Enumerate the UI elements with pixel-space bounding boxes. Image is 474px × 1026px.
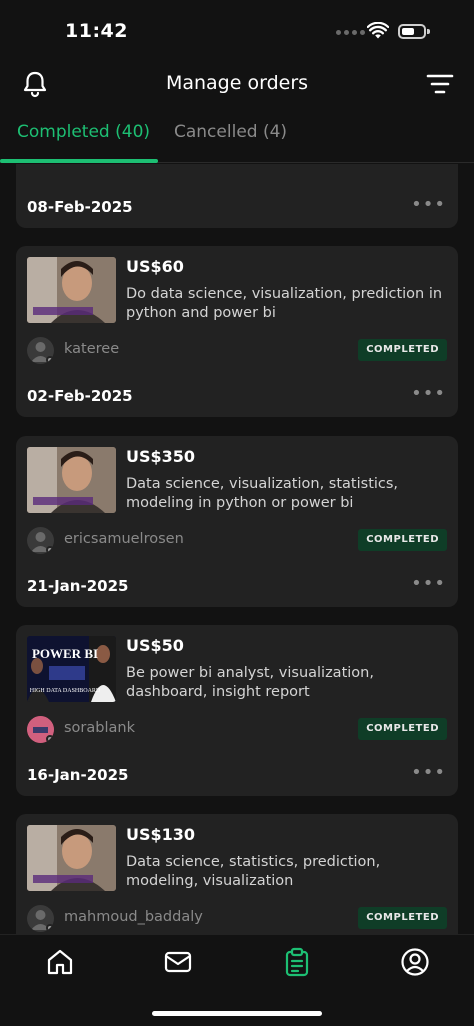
- more-options-icon[interactable]: •••: [411, 194, 446, 215]
- order-date: 02-Feb-2025: [27, 387, 133, 405]
- gig-thumbnail: [27, 257, 116, 323]
- orders-list[interactable]: 08-Feb-2025 ••• US$60 Do data science, v…: [0, 164, 474, 934]
- order-price: US$350: [126, 447, 196, 466]
- order-description[interactable]: Data science, statistics, prediction, mo…: [126, 853, 446, 891]
- active-tab-indicator: [0, 159, 158, 163]
- status-badge: COMPLETED: [358, 718, 447, 740]
- order-date: 08-Feb-2025: [27, 198, 133, 216]
- order-tabs: Completed (40) Cancelled (4): [0, 110, 474, 163]
- filter-icon[interactable]: [426, 73, 454, 95]
- thumbnail-subtitle: HIGH DATA DASHBOARD: [30, 688, 101, 694]
- avatar[interactable]: [27, 905, 54, 932]
- wifi-icon: [367, 22, 389, 39]
- status-badge: COMPLETED: [358, 529, 447, 551]
- tab-completed[interactable]: Completed (40): [17, 122, 150, 142]
- seller-name[interactable]: sorablank: [64, 720, 135, 736]
- home-indicator: [152, 1011, 322, 1016]
- more-options-icon[interactable]: •••: [411, 573, 446, 594]
- gig-thumbnail: [27, 825, 116, 891]
- battery-icon: [398, 24, 430, 39]
- order-card[interactable]: POWER BI HIGH DATA DASHBOARD US$50 Be po…: [16, 625, 458, 796]
- order-price: US$130: [126, 825, 196, 844]
- orders-icon[interactable]: [282, 947, 312, 977]
- thumbnail-title: POWER BI: [32, 646, 98, 661]
- status-time: 11:42: [65, 20, 128, 42]
- avatar[interactable]: [27, 527, 54, 554]
- status-badge: COMPLETED: [358, 339, 447, 361]
- profile-icon[interactable]: [400, 947, 430, 977]
- gig-thumbnail: POWER BI HIGH DATA DASHBOARD: [27, 636, 116, 702]
- page-header: Manage orders: [0, 64, 474, 104]
- home-icon[interactable]: [45, 947, 75, 977]
- order-card[interactable]: 08-Feb-2025 •••: [16, 164, 458, 228]
- tab-cancelled[interactable]: Cancelled (4): [174, 122, 287, 142]
- order-description[interactable]: Be power bi analyst, visualization, dash…: [126, 664, 446, 702]
- order-date: 16-Jan-2025: [27, 766, 129, 784]
- page-title: Manage orders: [165, 72, 309, 94]
- order-date: 21-Jan-2025: [27, 577, 129, 595]
- order-card[interactable]: US$350 Data science, visualization, stat…: [16, 436, 458, 607]
- gig-thumbnail: [27, 447, 116, 513]
- order-card[interactable]: US$60 Do data science, visualization, pr…: [16, 246, 458, 417]
- order-description[interactable]: Do data science, visualization, predicti…: [126, 285, 446, 323]
- seller-name[interactable]: ericsamuelrosen: [64, 531, 184, 547]
- more-options-icon[interactable]: •••: [411, 383, 446, 404]
- signal-icon: [336, 30, 365, 35]
- more-options-icon[interactable]: •••: [411, 762, 446, 783]
- seller-name[interactable]: kateree: [64, 341, 119, 357]
- avatar[interactable]: [27, 716, 54, 743]
- status-badge: COMPLETED: [358, 907, 447, 929]
- seller-name[interactable]: mahmoud_baddaly: [64, 909, 203, 925]
- order-description[interactable]: Data science, visualization, statistics,…: [126, 475, 446, 513]
- order-price: US$60: [126, 257, 184, 276]
- avatar[interactable]: [27, 337, 54, 364]
- status-bar: 11:42: [0, 0, 474, 64]
- order-card[interactable]: US$130 Data science, statistics, predict…: [16, 814, 458, 934]
- order-price: US$50: [126, 636, 184, 655]
- inbox-icon[interactable]: [163, 947, 193, 977]
